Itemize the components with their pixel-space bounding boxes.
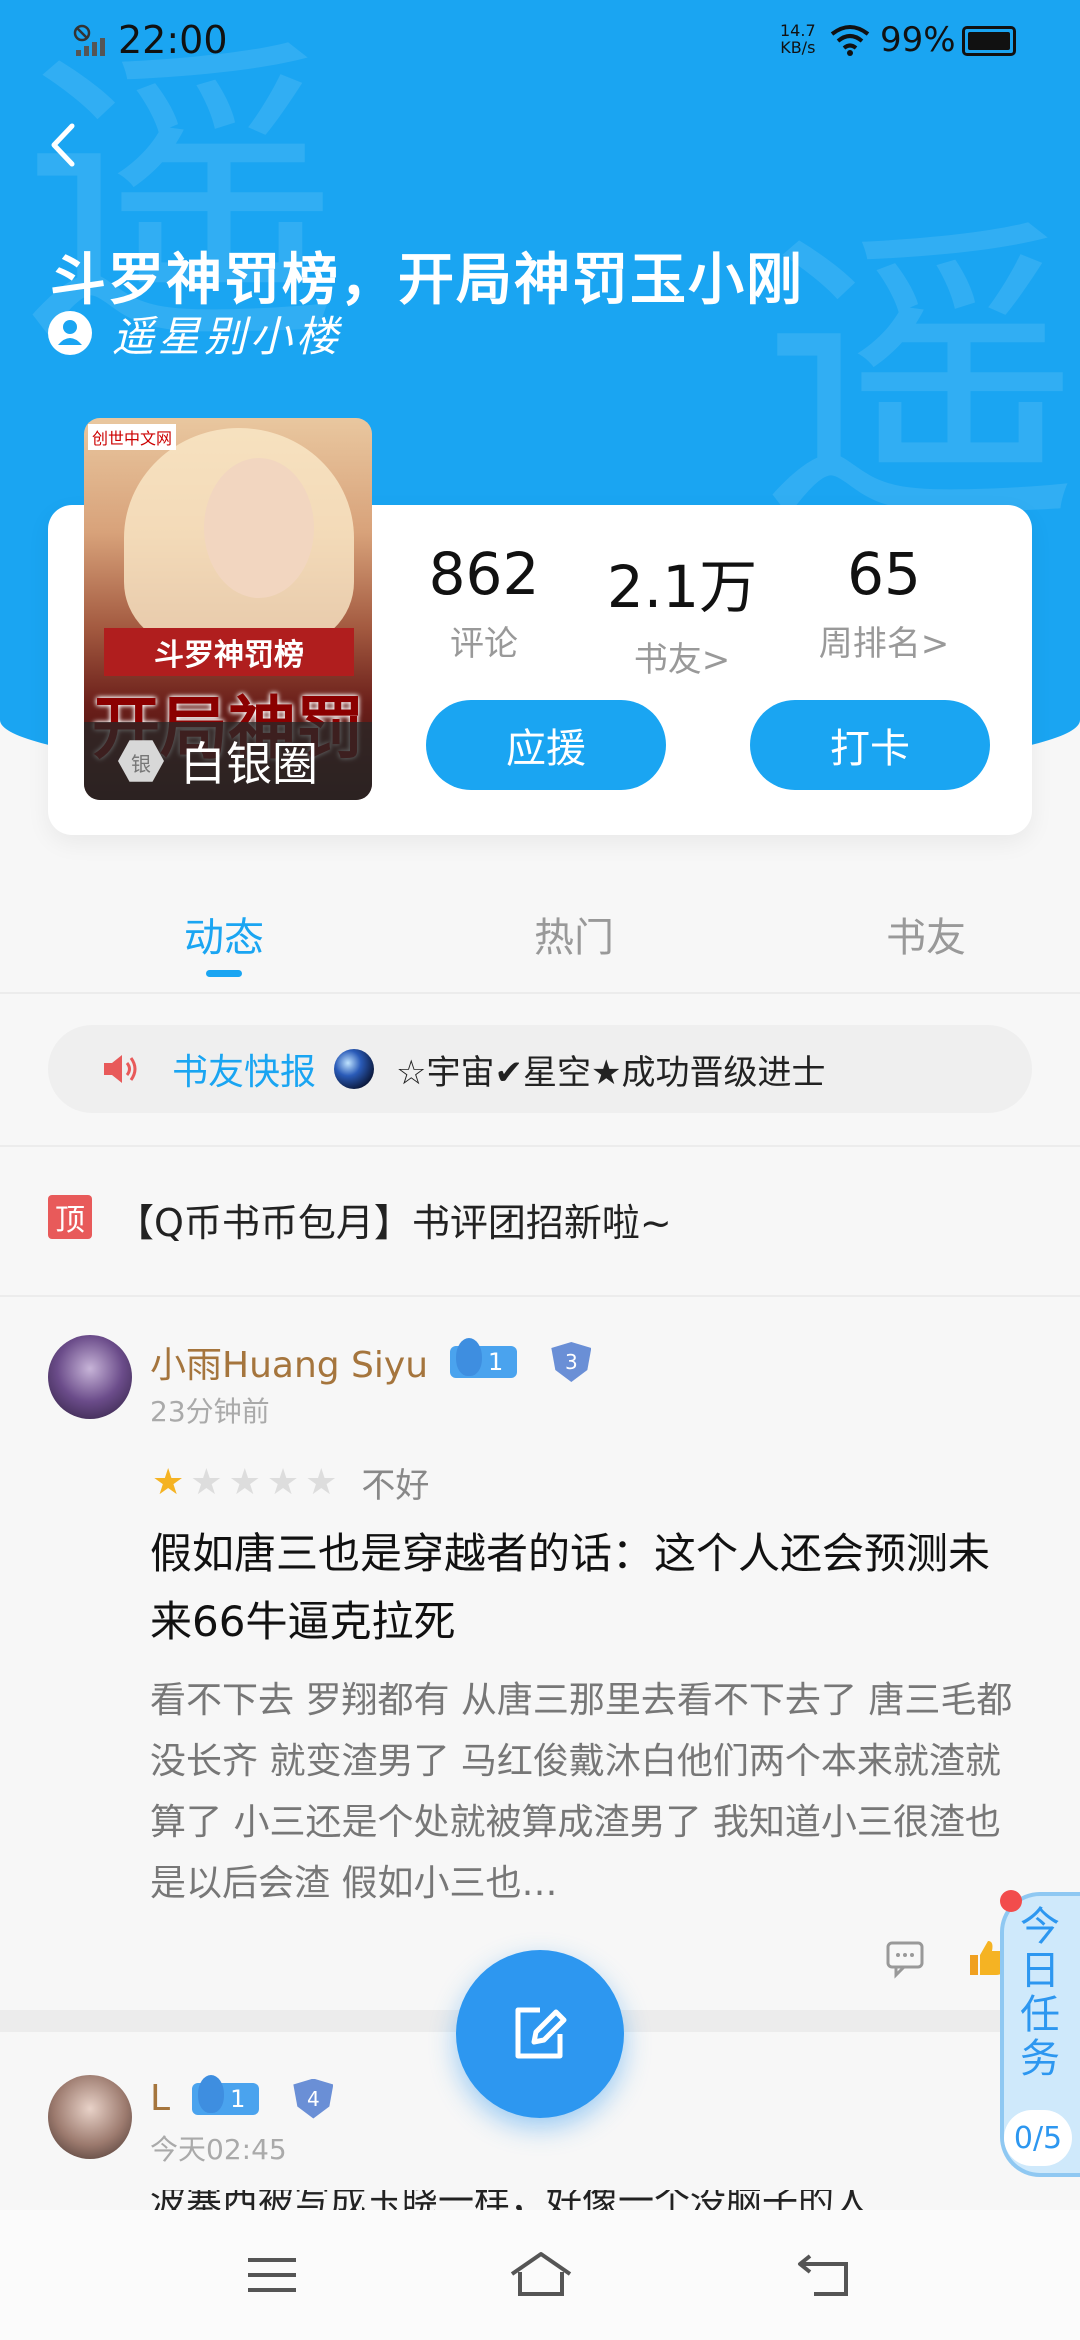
return-icon[interactable] (796, 2250, 852, 2300)
star-icon: ★ (152, 1462, 185, 1503)
stat-value: 2.1万 (606, 553, 758, 621)
status-bar: 22:00 14.7 KB/s 99% (0, 0, 1080, 80)
user-avatar (334, 1049, 375, 1089)
rating-word: 不好 (361, 1466, 430, 1506)
circle-badge[interactable]: 银 白银圈 (84, 722, 372, 800)
wifi-icon (830, 25, 870, 56)
net-speed-unit: KB/s (780, 38, 816, 57)
star-icon: ★ (228, 1462, 261, 1503)
fan-level-badge: 1 (192, 2074, 260, 2115)
support-button[interactable]: 应援 (426, 700, 666, 790)
author-link[interactable]: 遥星别小楼 (48, 305, 342, 361)
cover-art-face (204, 458, 314, 598)
net-speed-value: 14.7 (780, 21, 816, 40)
back-icon[interactable] (46, 120, 80, 170)
publisher-logo: 创世中文网 (88, 424, 177, 450)
watermark-char: 遥 (760, 194, 1080, 566)
daily-task-progress: 0/5 (1004, 2110, 1072, 2166)
speaker-icon (104, 1055, 137, 1083)
divider (0, 992, 1080, 994)
active-tab-indicator (206, 970, 242, 977)
fan-level: 1 (230, 2084, 246, 2113)
star-icon: ★ (190, 1462, 223, 1503)
reader-news-bar[interactable]: 书友快报 ☆宇宙✔星空★成功晋级进士 (48, 1025, 1032, 1113)
stat-readers[interactable]: 2.1万 书友> (582, 540, 782, 681)
rank-badge-icon: 4 (293, 2078, 334, 2119)
rank-badge-icon: 3 (551, 1342, 592, 1382)
menu-icon[interactable] (244, 2250, 300, 2300)
star-icon: ★ (266, 1462, 300, 1503)
pinned-tag: 顶 (48, 1195, 92, 1239)
stat-comments: 862 评论 (384, 540, 584, 665)
post-body[interactable]: 看不下去 罗翔都有 从唐三那里去看不下去了 唐三毛都没长齐 就变渣男了 马红俊戴… (150, 1670, 1030, 1914)
avatar[interactable] (48, 2075, 132, 2159)
stat-label: 周排名> (818, 624, 950, 664)
fan-level-badge: 1 (450, 1338, 518, 1378)
rating: ★ ★ ★ ★ ★ 不好 (152, 1458, 429, 1507)
avatar[interactable] (48, 1335, 132, 1419)
star-icon: ★ (305, 1462, 338, 1503)
post-time: 23分钟前 (150, 1395, 270, 1428)
news-label: 书友快报 (172, 1052, 317, 1093)
net-speed: 14.7 KB/s (780, 22, 816, 56)
circle-badge-label: 白银圈 (180, 737, 318, 791)
signal-icon (73, 24, 105, 56)
tab-activity[interactable]: 动态 (184, 905, 264, 963)
news-message: ☆宇宙✔星空★成功晋级进士 (396, 1052, 826, 1093)
notification-dot (1000, 1890, 1022, 1912)
comment-icon[interactable] (884, 1935, 928, 1979)
checkin-button[interactable]: 打卡 (750, 700, 990, 790)
tab-readers[interactable]: 书友 (886, 905, 966, 963)
author-name: 遥星别小楼 (112, 311, 343, 361)
post-author-row: L 1 4 (150, 2074, 334, 2119)
silver-badge-icon: 银 (118, 740, 164, 782)
username[interactable]: L (150, 2078, 170, 2119)
pinned-post-title[interactable]: 【Q币书币包月】书评团招新啦~ (116, 1192, 672, 1247)
rank-badge: 3 (564, 1350, 578, 1374)
divider (0, 1295, 1080, 1297)
write-post-button[interactable] (456, 1950, 624, 2118)
username[interactable]: 小雨Huang Siyu (150, 1336, 428, 1388)
cover-title-line1: 斗罗神罚榜 (104, 628, 354, 676)
stat-value: 65 (847, 540, 921, 608)
divider (0, 1145, 1080, 1147)
battery-percent: 99% (880, 20, 956, 60)
post-author-row: 小雨Huang Siyu 1 3 (150, 1336, 592, 1388)
status-time: 22:00 (118, 18, 228, 62)
edit-icon (515, 2007, 567, 2059)
stat-value: 862 (428, 540, 540, 608)
tab-hot[interactable]: 热门 (534, 905, 614, 963)
stat-label: 评论 (450, 624, 518, 664)
stat-weekly-rank[interactable]: 65 周排名> (784, 540, 984, 665)
post-time: 今天02:45 (150, 2133, 287, 2166)
user-icon (48, 311, 92, 355)
post-title[interactable]: 假如唐三也是穿越者的话：这个人还会预测未来66牛逼克拉死 (150, 1520, 1030, 1656)
fan-level: 1 (488, 1348, 504, 1376)
stat-label: 书友> (633, 640, 731, 680)
home-icon[interactable] (508, 2250, 574, 2300)
rank-badge: 4 (306, 2086, 320, 2111)
battery-icon (962, 26, 1016, 56)
daily-task-label: 今日任务 (1020, 1904, 1060, 2082)
